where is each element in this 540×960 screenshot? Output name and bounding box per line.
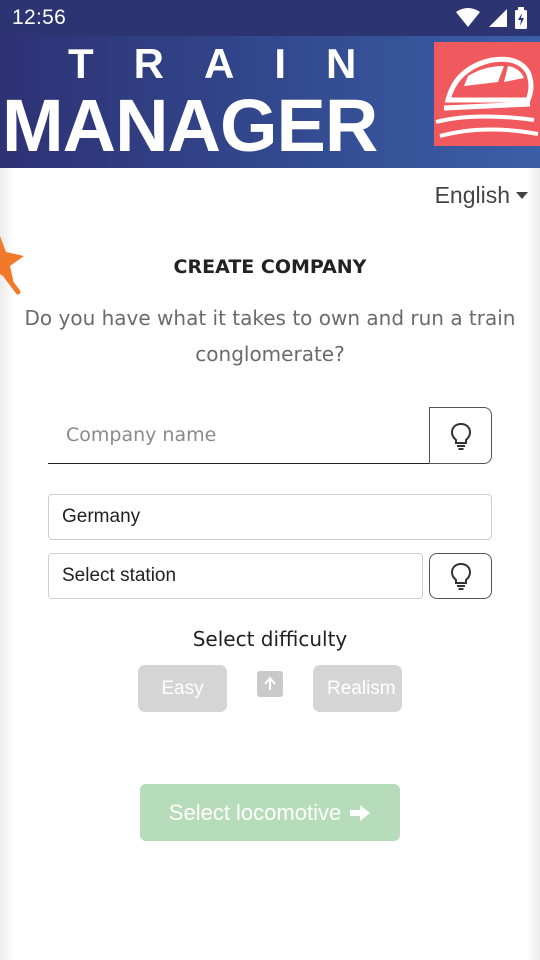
page-title: CREATE COMPANY — [173, 256, 367, 278]
status-icons — [456, 7, 528, 29]
suggest-station-button[interactable] — [429, 553, 492, 599]
select-locomotive-button[interactable]: Select locomotive — [140, 784, 400, 841]
wifi-icon — [456, 8, 480, 27]
suggest-name-button[interactable] — [429, 407, 492, 464]
page-edge-shadow-right — [526, 168, 540, 960]
difficulty-label: Select difficulty — [192, 627, 348, 651]
logo-text-train: TRAIN — [68, 40, 397, 87]
status-time: 12:56 — [12, 6, 67, 29]
language-label: English — [434, 182, 510, 208]
train-icon — [435, 56, 539, 138]
language-selector[interactable]: English — [435, 182, 528, 209]
arrow-up-icon — [257, 671, 283, 697]
chevron-down-icon — [516, 192, 528, 199]
logo-text-manager: MANAGER — [2, 84, 378, 167]
battery-icon — [515, 7, 527, 29]
signal-icon — [489, 9, 507, 27]
select-locomotive-label: Select locomotive — [168, 799, 342, 825]
difficulty-realism-button[interactable]: Realism — [313, 665, 402, 712]
train-logo — [434, 42, 540, 146]
lightbulb-icon — [450, 422, 471, 450]
company-name-input[interactable] — [48, 407, 430, 464]
station-select[interactable]: Select station — [48, 553, 423, 599]
difficulty-easy-button[interactable]: Easy — [138, 665, 227, 712]
lightbulb-icon — [450, 562, 471, 590]
app-banner: TRAIN MANAGER — [0, 36, 540, 168]
page-subtitle: Do you have what it takes to own and run… — [24, 306, 516, 366]
arrow-right-icon — [350, 804, 371, 821]
status-bar: 12:56 — [0, 0, 540, 36]
country-select[interactable]: Germany — [48, 494, 492, 540]
